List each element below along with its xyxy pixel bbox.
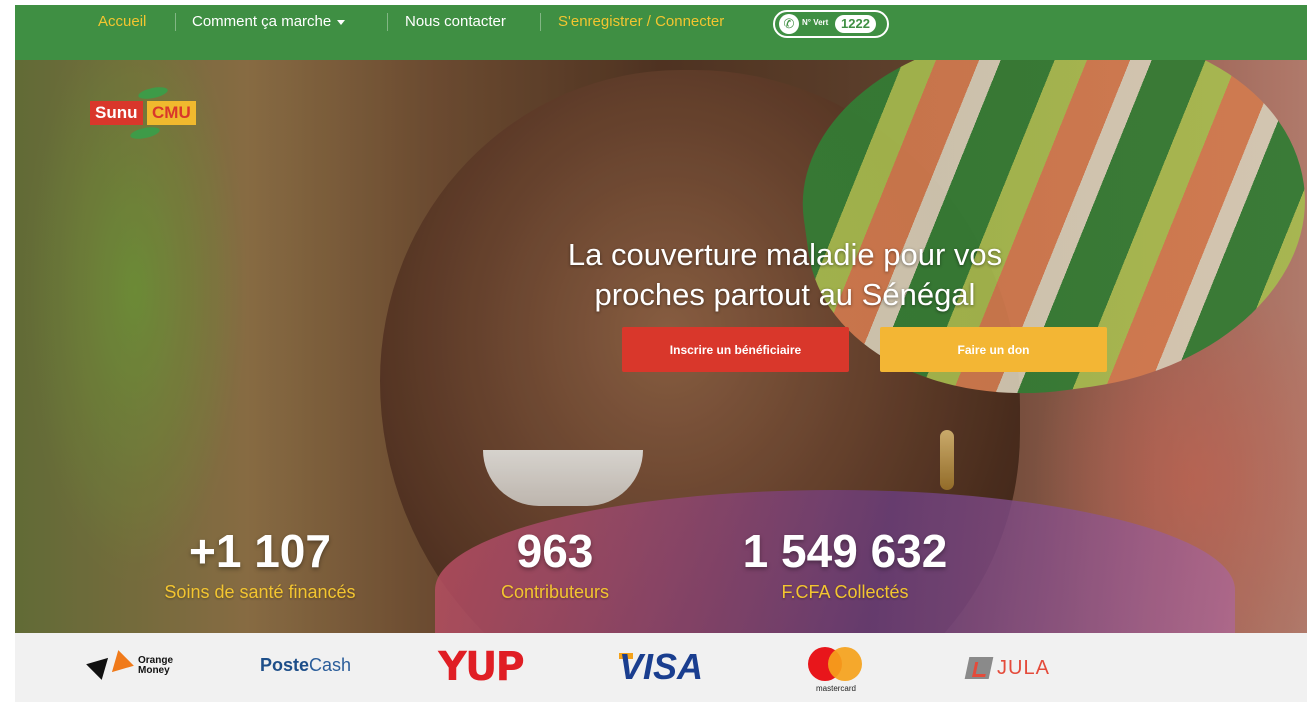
postecash-logo: PosteCash [260,633,370,702]
mastercard-circle-icon [828,647,862,681]
page-frame: Accueil Comment ça marche Nous contacter… [15,5,1307,702]
mastercard-text: mastercard [815,684,856,693]
jula-text: JULA [997,657,1050,679]
leaf-icon [137,84,169,102]
chevron-down-icon [337,19,346,25]
hotline-prefix: N° Vert [802,18,829,27]
phone-icon: ✆ [779,14,799,34]
stat-label: Contributeurs [500,582,610,602]
logo-cmu: CMU [147,101,196,125]
arrow-icon [104,650,134,680]
top-nav: Accueil Comment ça marche Nous contacter… [15,5,1307,60]
stat-contributors: 963 Contributeurs [475,525,635,603]
postecash-text: PosteCash [260,655,352,675]
logo-sunu: Sunu [90,101,143,125]
hero-headline-line1: La couverture maladie pour vos [567,237,1003,272]
nav-divider [540,13,541,31]
visa-text: VISA [619,646,704,687]
hotline-badge[interactable]: ✆ N° Vert 1222 [773,10,889,38]
stat-value: 963 [516,525,594,577]
hotline-number: 1222 [835,15,876,33]
nav-register-login-link[interactable]: S'enregistrer / Connecter [558,13,724,30]
donate-button[interactable]: Faire un don [880,327,1107,372]
hero-headline-line2: proches partout au Sénégal [594,277,976,312]
orange-money-logo: Orange Money [86,633,190,702]
leaf-icon [129,124,161,142]
hero-banner: Sunu CMU La couverture maladie pour vos … [15,60,1307,633]
sunucmu-logo[interactable]: Sunu CMU [90,84,230,144]
nav-divider [175,13,176,31]
yup-text: YUP [438,644,525,690]
stat-funds-collected: 1 549 632 F.CFA Collectés [710,525,980,603]
stat-value: +1 107 [189,525,331,577]
stat-label: Soins de santé financés [164,582,356,602]
yup-logo: YUP [438,633,538,702]
orange-money-text: Orange Money [138,655,174,676]
register-beneficiary-button[interactable]: Inscrire un bénéficiaire [622,327,849,372]
visa-logo: VISA [619,633,719,702]
payment-methods-strip: Orange Money PosteCash YUP VISA mastercar… [15,633,1307,702]
stat-value: 1 549 632 [742,525,948,577]
hero-headline: La couverture maladie pour vos proches p… [505,235,1065,315]
nav-how-it-works-dropdown[interactable]: Comment ça marche [192,13,346,30]
nav-how-it-works-label: Comment ça marche [192,13,332,30]
stat-care-financed: +1 107 Soins de santé financés [140,525,380,603]
nav-contact-link[interactable]: Nous contacter [405,13,506,30]
nav-divider [387,13,388,31]
mastercard-logo: mastercard [808,633,868,702]
jula-logo: JULA [964,633,1067,702]
stat-label: F.CFA Collectés [781,582,909,602]
jula-mark-icon [964,657,994,679]
nav-home-link[interactable]: Accueil [98,13,146,30]
